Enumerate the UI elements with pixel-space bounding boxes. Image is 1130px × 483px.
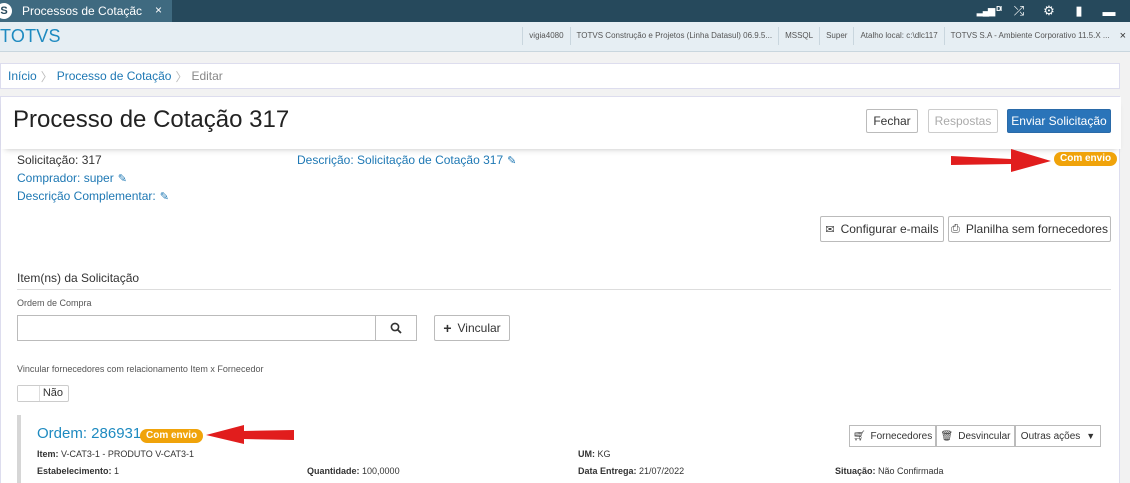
search-button[interactable] bbox=[375, 315, 417, 341]
configurar-emails-button[interactable]: ✉ Configurar e-mails bbox=[820, 216, 944, 242]
desvincular-button[interactable]: 🗑︎ Desvincular bbox=[936, 425, 1015, 447]
app-tab-label: Processos de Cotaçãc bbox=[22, 4, 143, 18]
descricao-complementar-label: Descrição Complementar: bbox=[17, 189, 156, 203]
vincular-label: Vincular bbox=[457, 321, 501, 335]
situacao-label: Situação: bbox=[835, 466, 876, 476]
vincular-fornecedores-label: Vincular fornecedores com relacionamento… bbox=[17, 364, 264, 374]
close-tab-icon[interactable]: × bbox=[155, 3, 162, 17]
descricao-label: Descrição: Solicitação de Cotação 317 bbox=[297, 153, 504, 167]
gear-icon[interactable]: ⚙ bbox=[1034, 3, 1064, 19]
breadcrumb-current: Editar bbox=[191, 69, 223, 83]
outras-acoes-label: Outras ações bbox=[1020, 430, 1081, 442]
chat-icon[interactable]: ▬ bbox=[1094, 4, 1124, 19]
quantidade-field: Quantidade: 100,0000 bbox=[307, 466, 400, 476]
desvincular-label: Desvincular bbox=[958, 430, 1011, 442]
vincular-fornecedores-toggle[interactable]: Não bbox=[17, 385, 69, 402]
annotation-arrow bbox=[951, 149, 1051, 172]
data-entrega-label: Data Entrega: bbox=[578, 466, 637, 476]
annotation-arrow bbox=[206, 425, 294, 444]
toggle-knob bbox=[18, 386, 40, 401]
info-environment: TOTVS S.A - Ambiente Corporativo 11.5.X … bbox=[943, 27, 1116, 45]
data-entrega-field: Data Entrega: 21/07/2022 bbox=[578, 466, 684, 476]
situacao-field: Situação: Não Confirmada bbox=[835, 466, 944, 476]
situacao-value: Não Confirmada bbox=[878, 466, 944, 476]
printer-icon: ⎙ bbox=[951, 222, 960, 235]
top-icons: ▂▄▆ DI ⤮ ⚙ ▮ ▬ bbox=[974, 0, 1124, 22]
pencil-icon[interactable]: ✎ bbox=[160, 190, 169, 203]
respostas-button[interactable]: Respostas bbox=[928, 109, 998, 133]
environment-info: vigia4080 TOTVS Construção e Projetos (L… bbox=[522, 27, 1130, 45]
info-company: TOTVS Construção e Projetos (Linha Datas… bbox=[569, 27, 779, 45]
app-tab[interactable]: S Processos de Cotaçãc × bbox=[0, 0, 172, 22]
order-status-badge: Com envio bbox=[140, 429, 204, 443]
planilha-button[interactable]: ⎙ Planilha sem fornecedores bbox=[948, 216, 1111, 242]
planilha-label: Planilha sem fornecedores bbox=[965, 222, 1108, 236]
page-title: Processo de Cotação 317 bbox=[13, 106, 290, 133]
main-panel: Processo de Cotação 317 Fechar Respostas… bbox=[0, 96, 1121, 483]
item-label: Item: bbox=[37, 449, 59, 459]
divider bbox=[17, 289, 1111, 290]
toggle-value: Não bbox=[42, 387, 63, 399]
fechar-button[interactable]: Fechar bbox=[866, 109, 918, 133]
section-title: Item(ns) da Solicitação bbox=[17, 271, 140, 285]
brand-logo: TOTVS bbox=[0, 26, 61, 46]
trash-icon: 🗑︎ bbox=[940, 430, 954, 442]
quantidade-label: Quantidade: bbox=[307, 466, 360, 476]
um-label: UM: bbox=[578, 449, 595, 459]
order-card: Ordem: 286931 Com envio 🛒︎ Fornecedores 🗑… bbox=[17, 415, 1115, 483]
search-icon bbox=[390, 322, 402, 334]
signal-text: DI bbox=[996, 5, 1002, 13]
data-entrega-value: 21/07/2022 bbox=[639, 466, 685, 476]
info-shortcut: Atalho local: c:\dlc117 bbox=[853, 27, 943, 45]
fornecedores-button[interactable]: 🛒︎ Fornecedores bbox=[849, 425, 936, 447]
solicitacao-label: Solicitação: 317 bbox=[17, 153, 102, 167]
status-badge: Com envio bbox=[1054, 152, 1118, 166]
pencil-icon[interactable]: ✎ bbox=[507, 154, 516, 167]
enviar-solicitacao-button[interactable]: Enviar Solicitação bbox=[1007, 109, 1111, 133]
fornecedores-label: Fornecedores bbox=[870, 430, 933, 442]
info-user: Super bbox=[819, 27, 853, 45]
header: TOTVS vigia4080 TOTVS Construção e Proje… bbox=[0, 22, 1130, 52]
configurar-emails-label: Configurar e-mails bbox=[840, 222, 939, 236]
title-row: Processo de Cotação 317 Fechar Respostas… bbox=[1, 97, 1121, 149]
caret-down-icon: ▼ bbox=[1086, 431, 1096, 441]
info-user-host: vigia4080 bbox=[522, 27, 569, 45]
item-field: Item: V-CAT3-1 - PRODUTO V-CAT3-1 bbox=[37, 449, 194, 459]
item-value: V-CAT3-1 - PRODUTO V-CAT3-1 bbox=[61, 449, 195, 459]
vincular-button[interactable]: + Vincular bbox=[434, 315, 510, 341]
cart-icon: 🛒︎ bbox=[852, 430, 866, 442]
info-db: MSSQL bbox=[778, 27, 819, 45]
breadcrumb-separator: 〉 bbox=[40, 69, 53, 84]
estabelecimento-field: Estabelecimento: 1 bbox=[37, 466, 119, 476]
um-field: UM: KG bbox=[578, 449, 611, 459]
outras-acoes-button[interactable]: Outras ações ▼ bbox=[1015, 425, 1101, 447]
descricao-complementar-field[interactable]: Descrição Complementar: ✎ bbox=[17, 189, 169, 203]
quantidade-value: 100,0000 bbox=[362, 466, 400, 476]
estabelecimento-value: 1 bbox=[114, 466, 120, 476]
top-bar: S Processos de Cotaçãc × ▂▄▆ DI ⤮ ⚙ ▮ ▬ bbox=[0, 0, 1130, 22]
signal-icon[interactable]: ▂▄▆ DI bbox=[974, 6, 1004, 17]
close-icon[interactable]: × bbox=[1116, 27, 1130, 45]
breadcrumb-inicio[interactable]: Início bbox=[8, 69, 37, 83]
ordem-compra-input[interactable] bbox=[17, 315, 375, 341]
ordem-label: Ordem de Compra bbox=[17, 298, 92, 308]
um-value: KG bbox=[597, 449, 611, 459]
plus-icon: + bbox=[443, 320, 452, 336]
order-title[interactable]: Ordem: 286931 bbox=[37, 425, 141, 442]
envelope-icon: ✉ bbox=[825, 223, 835, 236]
breadcrumb-separator: 〉 bbox=[175, 69, 188, 84]
comprador-field[interactable]: Comprador: super ✎ bbox=[17, 171, 127, 185]
pencil-icon[interactable]: ✎ bbox=[118, 172, 127, 185]
estabelecimento-label: Estabelecimento: bbox=[37, 466, 112, 476]
breadcrumb: Início 〉 Processo de Cotação 〉 Editar bbox=[0, 63, 1120, 89]
descricao-field[interactable]: Descrição: Solicitação de Cotação 317 ✎ bbox=[297, 153, 516, 167]
shuffle-icon[interactable]: ⤮ bbox=[1004, 3, 1034, 19]
app-logo-icon: S bbox=[0, 3, 12, 19]
comprador-label: Comprador: super bbox=[17, 171, 114, 185]
breadcrumb-processo[interactable]: Processo de Cotação bbox=[57, 69, 172, 83]
document-icon[interactable]: ▮ bbox=[1064, 3, 1094, 19]
